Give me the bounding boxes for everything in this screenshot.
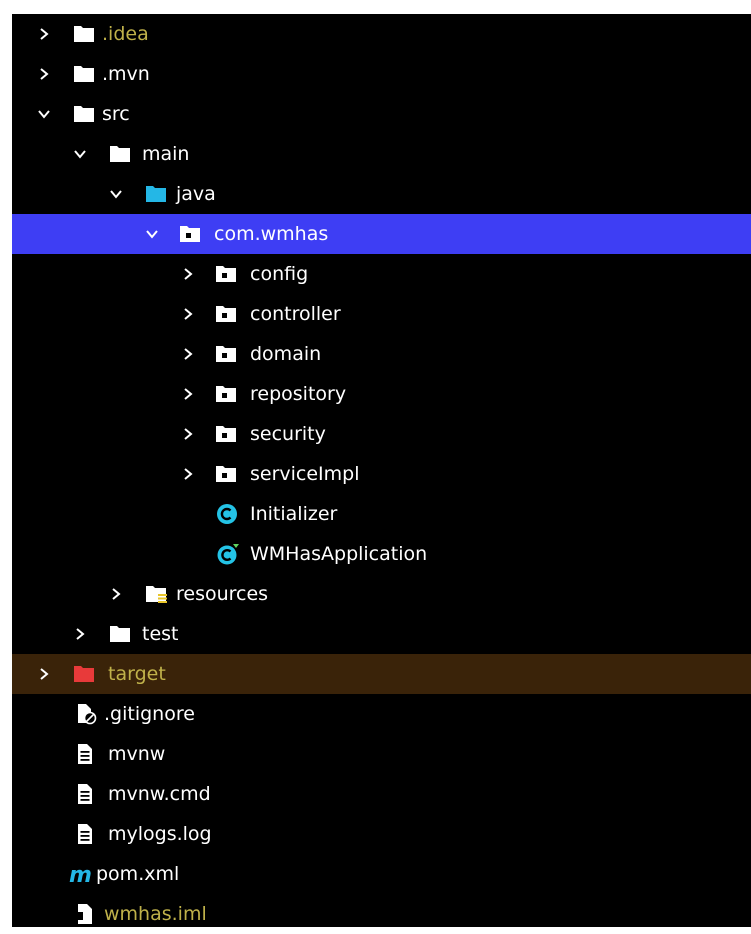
tree-row-src[interactable]: src (12, 94, 751, 134)
tree-row-label: WMHasApplication (250, 543, 428, 565)
tree-row-resources[interactable]: resources (12, 574, 751, 614)
tree-row-label: wmhas.iml (104, 903, 207, 925)
tree-row-label: target (108, 663, 166, 685)
maven-icon: m (69, 863, 92, 885)
spring-boot-class-icon (217, 544, 239, 565)
chevron-right-icon[interactable] (36, 666, 52, 682)
tree-row-config[interactable]: config (12, 254, 751, 294)
tree-row-domain[interactable]: domain (12, 334, 751, 374)
text-file-icon (78, 824, 92, 844)
chevron-right-icon[interactable] (36, 66, 52, 82)
tree-row-label: src (102, 103, 130, 125)
package-icon (216, 266, 236, 282)
package-icon (216, 306, 236, 322)
ignore-file-icon (78, 704, 97, 725)
tree-row-idea[interactable]: .idea (12, 14, 751, 54)
chevron-right-icon[interactable] (180, 306, 196, 322)
tree-row-label: repository (250, 383, 347, 405)
tree-row-label: .mvn (102, 63, 150, 85)
tree-row-controller[interactable]: controller (12, 294, 751, 334)
tree-row-pom-xml[interactable]: m pom.xml (12, 854, 751, 894)
tree-row-label: java (176, 183, 216, 205)
tree-row-wmhasapplication[interactable]: WMHasApplication (12, 534, 751, 574)
tree-row-label: com.wmhas (214, 223, 329, 245)
tree-row-label: .gitignore (104, 703, 195, 725)
folder-icon (74, 26, 94, 42)
java-class-icon (217, 504, 237, 524)
tree-row-label: main (142, 143, 190, 165)
package-icon (216, 466, 236, 482)
folder-icon (110, 146, 130, 162)
chevron-right-icon[interactable] (180, 266, 196, 282)
chevron-right-icon[interactable] (36, 26, 52, 42)
tree-row-label: test (142, 623, 179, 645)
source-folder-icon (146, 186, 166, 202)
tree-row-serviceimpl[interactable]: serviceImpl (12, 454, 751, 494)
chevron-down-icon[interactable] (36, 106, 52, 122)
tree-row-initializer[interactable]: Initializer (12, 494, 751, 534)
tree-row-label: config (250, 263, 309, 285)
package-icon (216, 426, 236, 442)
tree-row-mvn[interactable]: .mvn (12, 54, 751, 94)
tree-row-label: mylogs.log (108, 823, 212, 845)
tree-row-label: controller (250, 303, 341, 325)
chevron-down-icon[interactable] (108, 186, 124, 202)
tree-row-label: mvnw (108, 743, 166, 765)
tree-row-label: mvnw.cmd (108, 783, 211, 805)
chevron-right-icon[interactable] (180, 386, 196, 402)
tree-row-mvnw[interactable]: mvnw (12, 734, 751, 774)
tree-row-label: domain (250, 343, 322, 365)
tree-row-wmhas-iml[interactable]: wmhas.iml (12, 894, 751, 934)
module-file-icon (75, 904, 92, 924)
tree-row-label: pom.xml (96, 863, 180, 885)
excluded-folder-icon (74, 666, 94, 682)
tree-row-label: Initializer (250, 503, 338, 525)
folder-icon (74, 106, 94, 122)
tree-row-mylogs-log[interactable]: mylogs.log (12, 814, 751, 854)
chevron-right-icon[interactable] (180, 346, 196, 362)
tree-row-mvnw-cmd[interactable]: mvnw.cmd (12, 774, 751, 814)
chevron-right-icon[interactable] (72, 626, 88, 642)
tree-row-java[interactable]: java (12, 174, 751, 214)
chevron-down-icon[interactable] (144, 226, 160, 242)
folder-icon (74, 66, 94, 82)
tree-row-security[interactable]: security (12, 414, 751, 454)
tree-row-label: security (250, 423, 326, 445)
package-icon (180, 226, 200, 242)
tree-row-test[interactable]: test (12, 614, 751, 654)
tree-row-label: serviceImpl (250, 463, 360, 485)
package-icon (216, 386, 236, 402)
tree-row-main[interactable]: main (12, 134, 751, 174)
text-file-icon (78, 784, 92, 804)
chevron-down-icon[interactable] (72, 146, 88, 162)
tree-row-gitignore[interactable]: .gitignore (12, 694, 751, 734)
tree-row-target[interactable]: target (12, 654, 751, 694)
svg-text:m: m (69, 863, 92, 885)
tree-row-repository[interactable]: repository (12, 374, 751, 414)
project-tree: .idea .mvn src main java com.wmhas confi… (12, 14, 751, 927)
tree-row-label: resources (176, 583, 269, 605)
tree-row-label: .idea (102, 23, 149, 45)
text-file-icon (78, 744, 92, 764)
chevron-right-icon[interactable] (180, 466, 196, 482)
package-icon (216, 346, 236, 362)
chevron-right-icon[interactable] (108, 586, 124, 602)
chevron-right-icon[interactable] (180, 426, 196, 442)
resources-folder-icon (146, 586, 167, 603)
folder-icon (110, 626, 130, 642)
tree-row-com-wmhas[interactable]: com.wmhas (12, 214, 751, 254)
